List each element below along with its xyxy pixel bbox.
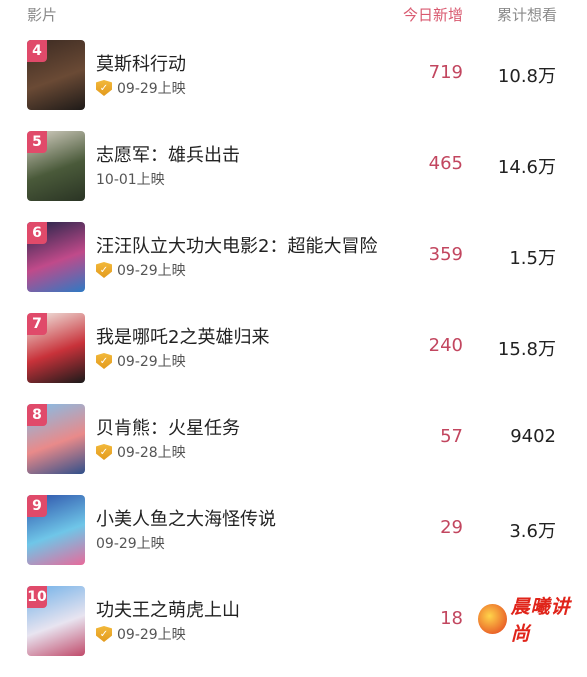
today-new-count: 719 [428,62,463,83]
today-new-count: 57 [440,426,463,447]
presale-shield-icon: ✓ [96,626,112,642]
total-want-count: 15.8万 [497,339,556,360]
movie-poster[interactable]: 9 [27,495,85,565]
header-movie-label: 影片 [27,6,58,24]
rank-badge: 6 [27,222,47,244]
movie-poster[interactable]: 4 [27,40,85,110]
movie-row[interactable]: 4 莫斯科行动 ✓ 09-29上映 719 10.8万 [0,40,587,131]
movie-row[interactable]: 5 志愿军：雄兵出击 10-01上映 465 14.6万 [0,131,587,222]
watermark-logo-icon [478,604,507,634]
today-new-count: 18 [440,608,463,629]
presale-shield-icon: ✓ [96,444,112,460]
movie-title[interactable]: 贝肯熊：火星任务 [96,414,240,440]
rank-badge: 9 [27,495,47,517]
release-date: 09-29上映 [117,81,186,97]
rank-badge: 5 [27,131,47,153]
table-header: 影片 今日新增 累计想看 [0,0,587,30]
release-info: 10-01上映 [96,169,165,189]
rank-badge: 10 [27,586,47,608]
release-date: 10-01上映 [96,172,165,188]
movie-poster[interactable]: 8 [27,404,85,474]
today-new-count: 359 [428,244,463,265]
rank-badge: 7 [27,313,47,335]
today-new-count: 29 [440,517,463,538]
release-date: 09-29上映 [117,354,186,370]
release-info: 09-29上映 [96,533,165,553]
movie-title[interactable]: 莫斯科行动 [96,50,186,76]
release-info: ✓ 09-29上映 [96,624,186,644]
release-date: 09-28上映 [117,445,186,461]
today-new-count: 465 [428,153,463,174]
total-want-count: 3.6万 [509,521,556,542]
movie-title[interactable]: 功夫王之萌虎上山 [96,596,240,622]
movie-title[interactable]: 我是哪吒2之英雄归来 [96,323,269,349]
release-date: 09-29上映 [117,627,186,643]
today-new-count: 240 [428,335,463,356]
release-date: 09-29上映 [96,536,165,552]
movie-row[interactable]: 9 小美人鱼之大海怪传说 09-29上映 29 3.6万 [0,495,587,586]
release-info: ✓ 09-29上映 [96,260,186,280]
movie-title[interactable]: 汪汪队立大功大电影2：超能大冒险 [96,232,377,258]
release-info: ✓ 09-29上映 [96,351,186,371]
movie-row[interactable]: 6 汪汪队立大功大电影2：超能大冒险 ✓ 09-29上映 359 1.5万 [0,222,587,313]
release-info: ✓ 09-29上映 [96,78,186,98]
movie-title[interactable]: 小美人鱼之大海怪传说 [96,505,276,531]
presale-shield-icon: ✓ [96,353,112,369]
presale-shield-icon: ✓ [96,262,112,278]
movie-poster[interactable]: 6 [27,222,85,292]
total-want-count: 10.8万 [497,66,556,87]
watermark: 晨曦讲尚 [478,596,587,645]
movie-row[interactable]: 7 我是哪吒2之英雄归来 ✓ 09-29上映 240 15.8万 [0,313,587,404]
movie-poster[interactable]: 7 [27,313,85,383]
header-total-want-label[interactable]: 累计想看 [497,4,557,25]
header-today-new-label[interactable]: 今日新增 [403,4,463,25]
movie-poster[interactable]: 10 [27,586,85,656]
rank-badge: 4 [27,40,47,62]
movie-title[interactable]: 志愿军：雄兵出击 [96,141,240,167]
presale-shield-icon: ✓ [96,80,112,96]
release-info: ✓ 09-28上映 [96,442,186,462]
total-want-count: 9402 [510,426,556,447]
rank-badge: 8 [27,404,47,426]
total-want-count: 14.6万 [497,157,556,178]
watermark-text: 晨曦讲尚 [510,596,571,645]
release-date: 09-29上映 [117,263,186,279]
total-want-count: 1.5万 [509,248,556,269]
movie-row[interactable]: 8 贝肯熊：火星任务 ✓ 09-28上映 57 9402 [0,404,587,495]
movie-poster[interactable]: 5 [27,131,85,201]
